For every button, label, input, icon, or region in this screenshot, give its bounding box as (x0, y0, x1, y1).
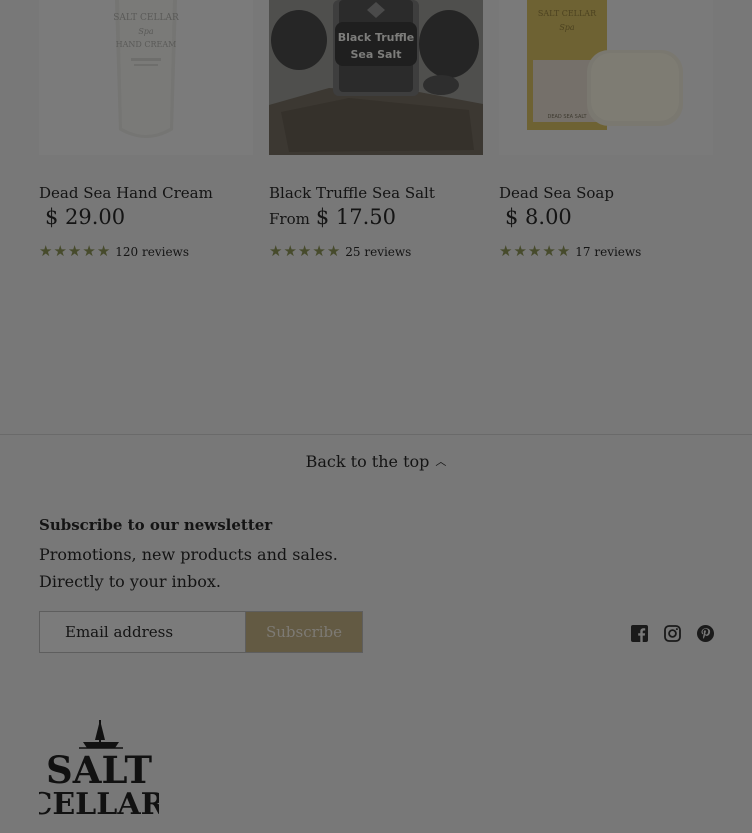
star-icon: ★ (96, 242, 111, 260)
product-image-text: Spa (559, 23, 575, 32)
price-amount: $ 8.00 (505, 205, 572, 229)
star-icon: ★ (297, 242, 312, 260)
price-prefix: From (269, 210, 310, 228)
product-card-black-truffle[interactable]: Black Truffle Sea Salt Black Truffle Sea… (269, 0, 483, 259)
product-image-dead-sea-soap[interactable]: SALT CELLAR Spa DEAD SEA SALT (499, 0, 713, 155)
star-icon: ★ (527, 242, 542, 260)
product-card-hand-cream[interactable]: SALT CELLAR Spa HAND CREAM Dead Sea Hand… (39, 0, 253, 259)
back-to-top-link[interactable]: Back to the top ︿ (0, 452, 752, 471)
back-to-top-label: Back to the top (305, 452, 430, 471)
newsletter-description: Promotions, new products and sales. Dire… (39, 545, 338, 591)
product-image-text: Spa (138, 27, 154, 36)
product-price: $ 29.00 (39, 205, 125, 229)
salt-cellar-logo[interactable]: SALT CELLAR (28, 718, 167, 822)
star-icon: ★ (312, 242, 326, 260)
newsletter-title: Subscribe to our newsletter (39, 516, 273, 534)
logo-line-2: CELLAR (39, 787, 159, 818)
star-icon: ★ (326, 242, 341, 260)
product-card-dead-sea-soap[interactable]: SALT CELLAR Spa DEAD SEA SALT Dead Sea S… (499, 0, 713, 259)
star-icon: ★ (542, 242, 556, 260)
star-rating: ★ ★ ★ ★ ★ (269, 244, 340, 259)
product-rating[interactable]: ★ ★ ★ ★ ★ 120 reviews (39, 244, 189, 259)
product-rating[interactable]: ★ ★ ★ ★ ★ 25 reviews (269, 244, 411, 259)
product-price: From $ 17.50 (269, 205, 396, 229)
price-amount: $ 29.00 (45, 205, 126, 229)
star-icon: ★ (556, 242, 571, 260)
review-count: 25 reviews (345, 244, 412, 259)
product-image-text: Black Truffle (338, 31, 415, 44)
product-image-text: HAND CREAM (116, 40, 177, 49)
review-count: 17 reviews (575, 244, 642, 259)
product-grid: SALT CELLAR Spa HAND CREAM Dead Sea Hand… (39, 0, 713, 280)
star-icon: ★ (53, 242, 67, 260)
product-image-text: Sea Salt (350, 48, 401, 61)
newsletter-form: Subscribe (39, 611, 363, 653)
product-image-hand-cream[interactable]: SALT CELLAR Spa HAND CREAM (39, 0, 253, 155)
product-name[interactable]: Dead Sea Soap (499, 184, 614, 202)
product-price: $ 8.00 (499, 205, 572, 229)
price-amount: $ 17.50 (315, 205, 396, 229)
pinterest-icon[interactable] (697, 625, 714, 642)
star-icon: ★ (39, 242, 53, 260)
product-image-text: SALT CELLAR (538, 9, 597, 18)
product-image-text: SALT CELLAR (113, 13, 179, 23)
star-icon: ★ (499, 242, 513, 260)
product-name[interactable]: Dead Sea Hand Cream (39, 184, 213, 202)
review-count: 120 reviews (115, 244, 189, 259)
product-rating[interactable]: ★ ★ ★ ★ ★ 17 reviews (499, 244, 641, 259)
star-icon: ★ (82, 242, 96, 260)
logo-line-1: SALT (46, 748, 152, 792)
subscribe-button[interactable]: Subscribe (245, 611, 363, 653)
star-rating: ★ ★ ★ ★ ★ (39, 244, 110, 259)
product-image-text: DEAD SEA SALT (547, 114, 587, 120)
email-input[interactable] (39, 611, 245, 653)
product-image-black-truffle[interactable]: Black Truffle Sea Salt (269, 0, 483, 155)
product-name[interactable]: Black Truffle Sea Salt (269, 184, 435, 202)
footer-divider (0, 434, 752, 435)
chevron-up-icon: ︿ (435, 455, 447, 468)
instagram-icon[interactable] (664, 625, 681, 642)
star-icon: ★ (283, 242, 297, 260)
star-icon: ★ (513, 242, 527, 260)
social-links (631, 625, 714, 642)
star-icon: ★ (67, 242, 82, 260)
star-icon: ★ (269, 242, 283, 260)
star-rating: ★ ★ ★ ★ ★ (499, 244, 570, 259)
facebook-icon[interactable] (631, 625, 648, 642)
